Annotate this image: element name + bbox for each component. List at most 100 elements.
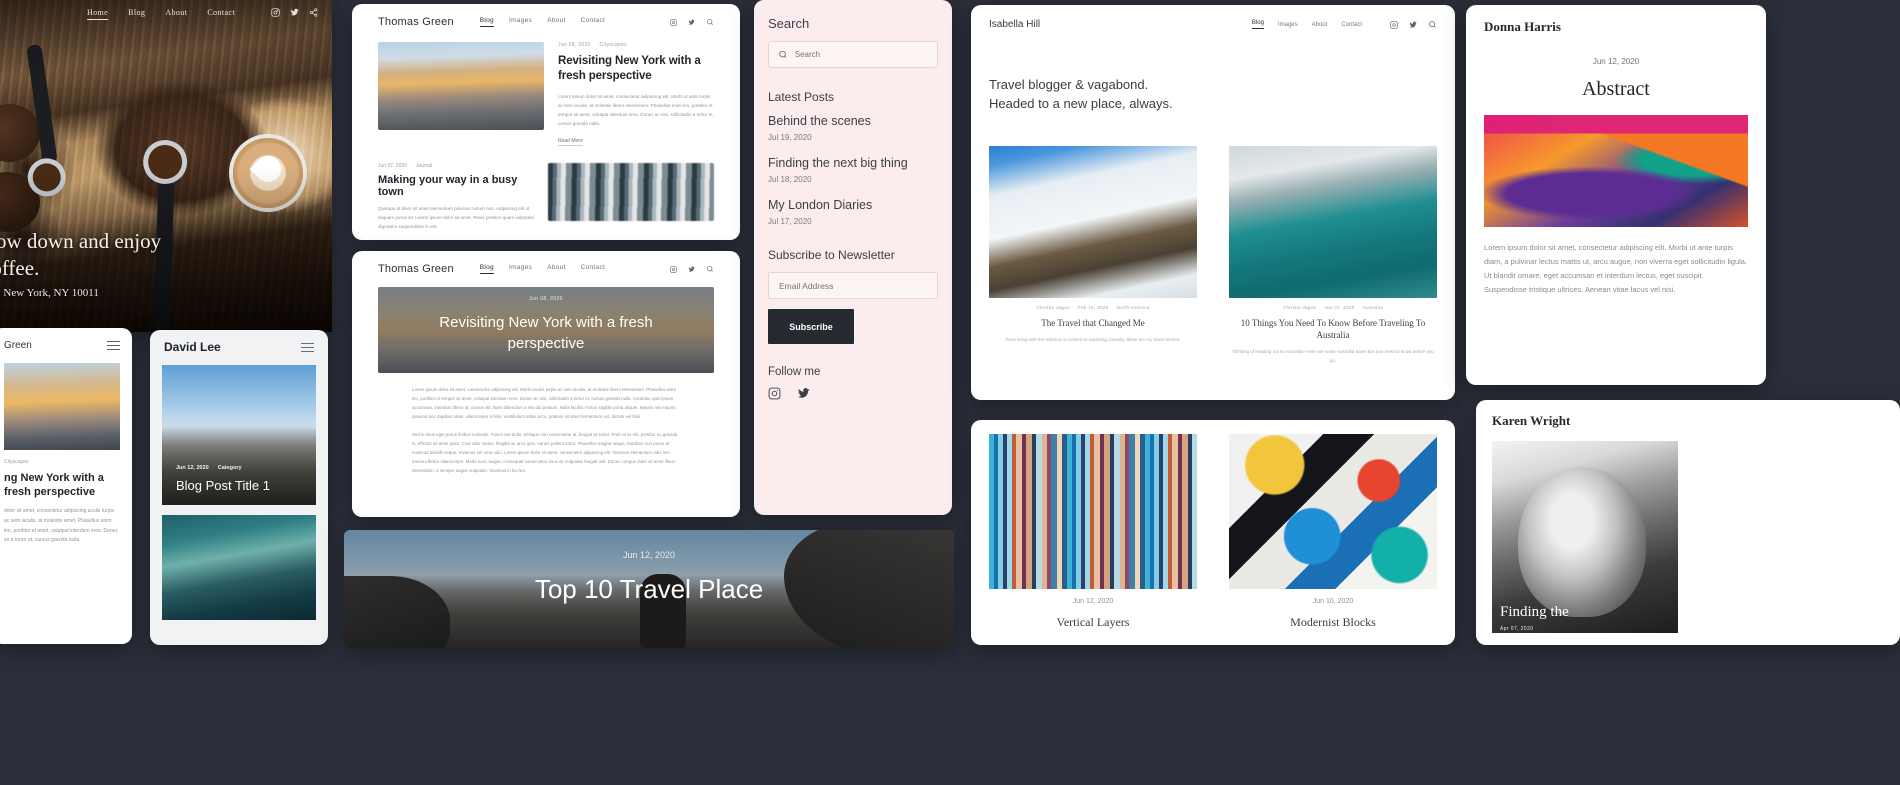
gallery-item[interactable]: Jun 12, 2020 Vertical Layers — [989, 434, 1197, 630]
search-icon[interactable] — [706, 18, 714, 26]
instagram-icon[interactable] — [768, 387, 781, 400]
tg-top-icons[interactable] — [670, 18, 714, 26]
hero-nav-about[interactable]: About — [165, 8, 187, 20]
tg-post-1-title[interactable]: Revisiting New York with a fresh perspec… — [558, 54, 714, 85]
hero-nav-home[interactable]: Home — [86, 8, 109, 20]
iso-nav[interactable]: Blog Images About Contact — [1251, 20, 1437, 29]
iso-post-1-excerpt: From living with the eskimos in iceland … — [1005, 336, 1181, 342]
tg-post-1[interactable]: Jun 08, 2020 Cityscapes Revisiting New Y… — [352, 28, 740, 147]
karen-wright-template[interactable]: Karen Wright Finding the Apr 07, 2020 — [1476, 400, 1900, 645]
sidebar-widgets-template[interactable]: Search Latest Posts Behind the scenes Ju… — [754, 0, 952, 515]
twitter-icon[interactable] — [1409, 21, 1417, 29]
tg-post-1-read-more[interactable]: Read More — [558, 138, 583, 146]
hero-social-links[interactable] — [271, 8, 318, 17]
iso-post-2-title[interactable]: 10 Things You Need To Know Before Travel… — [1229, 317, 1437, 341]
tg-post-1-date: Jun 08, 2020 — [558, 42, 591, 48]
hero-nav-blog[interactable]: Blog — [128, 8, 145, 20]
thomas-green-mobile-template[interactable]: Green Cityscapes ng New York with a fres… — [0, 328, 132, 644]
tg-bottom-nav-about[interactable]: About — [547, 264, 566, 274]
art-gallery-template[interactable]: Jun 12, 2020 Vertical Layers Jun 10, 202… — [971, 420, 1455, 645]
iso-post-2-meta: Christie Jagoe Jun 07, 2020 Australia — [1229, 305, 1437, 310]
iso-nav-contact[interactable]: Contact — [1341, 22, 1362, 28]
email-field-wrapper[interactable] — [768, 272, 938, 299]
hero-nav-contact[interactable]: Contact — [207, 8, 235, 20]
tg-top-nav[interactable]: Blog Images About Contact — [479, 17, 606, 27]
latest-post-date: Jul 18, 2020 — [768, 175, 812, 184]
coffee-hero-template[interactable]: Home Blog About Contact slow down and en… — [0, 0, 332, 332]
gallery-item-1-title[interactable]: Vertical Layers — [989, 615, 1197, 630]
dl-post-title[interactable]: Blog Post Title 1 — [176, 478, 270, 493]
hero-headline: slow down and enjoycoffee. — [0, 228, 161, 282]
hamburger-icon[interactable] — [107, 338, 120, 353]
latest-post-title[interactable]: Finding the next big thing — [768, 156, 938, 171]
isabella-hill-travel-template[interactable]: Isabella Hill Blog Images About Contact … — [971, 5, 1455, 400]
iso-nav-blog[interactable]: Blog — [1251, 20, 1264, 29]
iso-post-card[interactable]: Christie Jagoe Feb 16, 2020 North Americ… — [989, 145, 1197, 365]
search-icon[interactable] — [1428, 20, 1437, 29]
follow-icons[interactable] — [768, 387, 938, 400]
search-field-wrapper[interactable] — [768, 41, 938, 68]
instagram-icon[interactable] — [271, 8, 280, 17]
iso-nav-about[interactable]: About — [1312, 22, 1328, 28]
tg-bottom-nav-blog[interactable]: Blog — [479, 264, 494, 274]
twitter-icon[interactable] — [797, 387, 810, 400]
gallery-grid: Jun 12, 2020 Vertical Layers Jun 10, 202… — [989, 434, 1437, 630]
tg-bottom-nav-contact[interactable]: Contact — [581, 264, 606, 274]
email-field[interactable] — [779, 280, 927, 291]
dl-post-card-2-image[interactable] — [162, 514, 316, 620]
tg-top-nav-about[interactable]: About — [547, 17, 566, 27]
tg-post-2[interactable]: Jun 07, 2020 Journal Making your way in … — [352, 147, 740, 232]
latest-post-title[interactable]: My London Diaries — [768, 198, 938, 213]
tg-bottom-nav-images[interactable]: Images — [509, 264, 532, 274]
latest-post-title[interactable]: Behind the scenes — [768, 114, 938, 129]
tgm-post-title[interactable]: ng New York with a fresh perspective — [4, 471, 120, 500]
karen-overlay-title[interactable]: Finding the — [1500, 604, 1670, 621]
gallery-item[interactable]: Jun 10, 2020 Modernist Blocks — [1229, 434, 1437, 630]
iso-post-2-excerpt: Thinking of heading out to Australia? He… — [1232, 348, 1434, 363]
subscribe-button[interactable]: Subscribe — [768, 309, 854, 344]
instagram-icon[interactable] — [670, 265, 677, 273]
tg-top-nav-contact[interactable]: Contact — [581, 17, 606, 27]
dl-post-card[interactable]: Jun 12, 2020 Category Blog Post Title 1 — [162, 364, 316, 505]
tg-post-2-meta: Jun 07, 2020 Journal — [378, 163, 534, 169]
tg-bottom-nav[interactable]: Blog Images About Contact — [479, 264, 606, 274]
template-gallery-stage: Home Blog About Contact slow down and en… — [0, 0, 1900, 785]
tg-top-nav-blog[interactable]: Blog — [479, 17, 494, 27]
iso-nav-images[interactable]: Images — [1278, 22, 1298, 28]
latest-post-item[interactable]: Behind the scenes Jul 19, 2020 — [768, 114, 938, 142]
tgm-brand: Green — [4, 339, 32, 351]
iso-icons[interactable] — [1390, 20, 1437, 29]
tg-bottom-header: Thomas Green Blog Images About Contact — [352, 251, 740, 275]
tg-article-paragraph-1: Lorem ipsum dolor sit amet, consectetur … — [412, 387, 677, 420]
search-icon[interactable] — [706, 265, 714, 273]
instagram-icon[interactable] — [1390, 20, 1398, 29]
search-icon — [779, 50, 787, 59]
iso-post-1-title[interactable]: The Travel that Changed Me — [989, 317, 1197, 329]
gallery-item-2-title[interactable]: Modernist Blocks — [1229, 615, 1437, 630]
latest-post-item[interactable]: Finding the next big thing Jul 18, 2020 — [768, 156, 938, 184]
donna-title[interactable]: Abstract — [1484, 78, 1748, 101]
twitter-icon[interactable] — [290, 8, 299, 17]
thomas-green-blog-list-template[interactable]: Thomas Green Blog Images About Contact J… — [352, 4, 740, 240]
search-input[interactable] — [794, 50, 928, 59]
instagram-icon[interactable] — [670, 18, 677, 26]
tg-post-2-image — [548, 162, 714, 221]
banner-title[interactable]: Top 10 Travel Place — [344, 574, 954, 605]
newsletter-title: Subscribe to Newsletter — [768, 248, 895, 262]
tg-post-2-title[interactable]: Making your way in a busy town — [378, 174, 534, 198]
hamburger-icon[interactable] — [301, 340, 314, 355]
iso-post-grid: Christie Jagoe Feb 16, 2020 North Americ… — [989, 145, 1437, 365]
travel-banner-template[interactable]: Jun 12, 2020 Top 10 Travel Place — [344, 530, 954, 648]
twitter-icon[interactable] — [688, 19, 695, 26]
david-lee-mobile-template[interactable]: David Lee Jun 12, 2020 Category Blog Pos… — [150, 330, 328, 645]
follow-title: Follow me — [768, 366, 821, 378]
latest-post-item[interactable]: My London Diaries Jul 17, 2020 — [768, 198, 938, 226]
tg-post-2-date: Jun 07, 2020 — [378, 162, 407, 169]
thomas-green-article-template[interactable]: Thomas Green Blog Images About Contact J… — [352, 251, 740, 517]
iso-post-card[interactable]: Christie Jagoe Jun 07, 2020 Australia 10… — [1229, 145, 1437, 365]
twitter-icon[interactable] — [688, 266, 695, 273]
donna-harris-abstract-template[interactable]: Donna Harris Jun 12, 2020 Abstract Lorem… — [1466, 5, 1766, 385]
share-icon[interactable] — [309, 8, 318, 17]
tg-top-nav-images[interactable]: Images — [509, 17, 532, 27]
tg-bottom-icons[interactable] — [670, 265, 714, 273]
